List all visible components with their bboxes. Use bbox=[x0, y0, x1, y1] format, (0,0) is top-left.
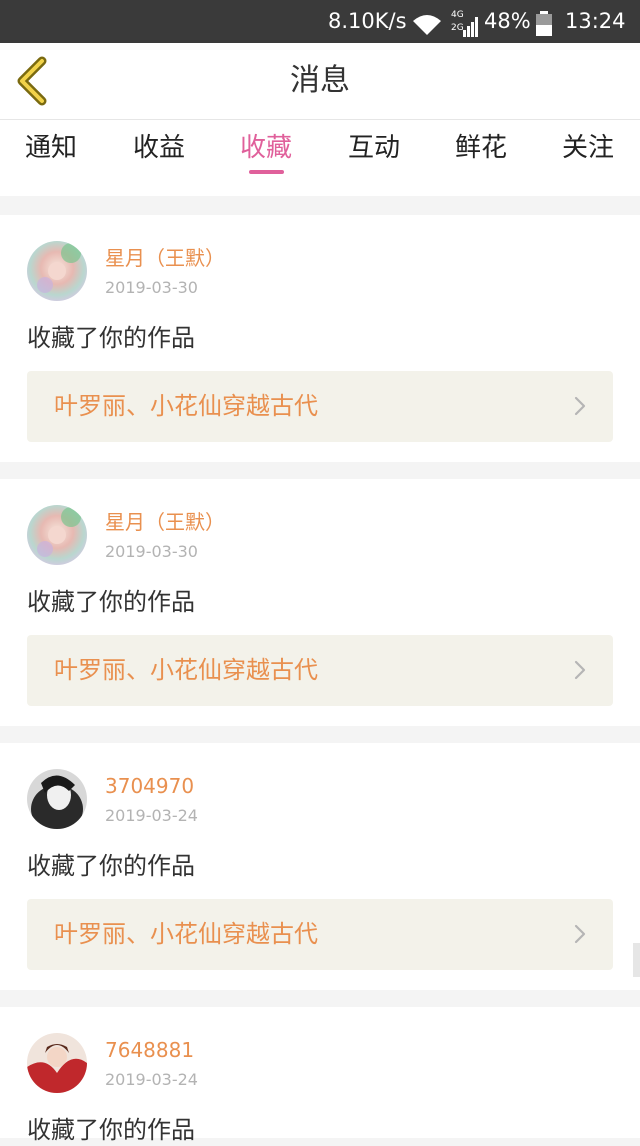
work-title: 叶罗丽、小花仙穿越古代 bbox=[54, 920, 318, 948]
tab-flowers[interactable]: 鲜花 bbox=[436, 120, 526, 196]
tab-interactions[interactable]: 互动 bbox=[329, 120, 419, 196]
work-title: 叶罗丽、小花仙穿越古代 bbox=[54, 656, 318, 684]
message-date: 2019-03-30 bbox=[105, 542, 198, 561]
message-card: 3704970 2019-03-24 收藏了你的作品 叶罗丽、小花仙穿越古代 bbox=[0, 743, 640, 990]
navigation-header: 消息 bbox=[0, 43, 640, 120]
avatar[interactable] bbox=[27, 241, 87, 301]
message-card: 星月（王默） 2019-03-30 收藏了你的作品 叶罗丽、小花仙穿越古代 bbox=[0, 215, 640, 462]
scrollbar[interactable] bbox=[633, 943, 640, 977]
message-date: 2019-03-24 bbox=[105, 1070, 198, 1089]
message-date: 2019-03-24 bbox=[105, 806, 198, 825]
tab-following[interactable]: 关注 bbox=[543, 120, 633, 196]
chevron-right-icon bbox=[574, 660, 586, 680]
message-text: 收藏了你的作品 bbox=[27, 852, 195, 880]
username[interactable]: 3704970 bbox=[105, 773, 194, 799]
chevron-right-icon bbox=[574, 396, 586, 416]
message-text: 收藏了你的作品 bbox=[27, 1116, 195, 1144]
avatar[interactable] bbox=[27, 505, 87, 565]
work-link[interactable]: 叶罗丽、小花仙穿越古代 bbox=[27, 371, 613, 442]
username[interactable]: 星月（王默） bbox=[105, 245, 225, 271]
battery-percentage: 48% bbox=[484, 9, 531, 33]
avatar[interactable] bbox=[27, 1033, 87, 1093]
avatar[interactable] bbox=[27, 769, 87, 829]
message-card: 7648881 2019-03-24 收藏了你的作品 bbox=[0, 1007, 640, 1144]
username[interactable]: 7648881 bbox=[105, 1037, 194, 1063]
message-text: 收藏了你的作品 bbox=[27, 324, 195, 352]
message-text: 收藏了你的作品 bbox=[27, 588, 195, 616]
clock: 13:24 bbox=[565, 9, 626, 33]
chevron-right-icon bbox=[574, 924, 586, 944]
tab-bar: 通知 收益 收藏 互动 鲜花 关注 bbox=[0, 120, 640, 196]
work-title: 叶罗丽、小花仙穿越古代 bbox=[54, 392, 318, 420]
tab-earnings[interactable]: 收益 bbox=[114, 120, 204, 196]
signal-icon bbox=[462, 10, 480, 37]
username[interactable]: 星月（王默） bbox=[105, 509, 225, 535]
active-tab-indicator bbox=[249, 170, 284, 174]
status-bar: 8.10K/s 4G 2G 48% 13:24 bbox=[0, 0, 640, 43]
message-date: 2019-03-30 bbox=[105, 278, 198, 297]
battery-icon bbox=[535, 9, 553, 36]
tab-favorites[interactable]: 收藏 bbox=[221, 120, 311, 196]
tab-notifications[interactable]: 通知 bbox=[6, 120, 96, 196]
work-link[interactable]: 叶罗丽、小花仙穿越古代 bbox=[27, 899, 613, 970]
message-card: 星月（王默） 2019-03-30 收藏了你的作品 叶罗丽、小花仙穿越古代 bbox=[0, 479, 640, 726]
work-link[interactable]: 叶罗丽、小花仙穿越古代 bbox=[27, 635, 613, 706]
wifi-icon bbox=[411, 9, 443, 35]
page-title: 消息 bbox=[290, 63, 350, 98]
network-speed: 8.10K/s bbox=[328, 9, 407, 33]
